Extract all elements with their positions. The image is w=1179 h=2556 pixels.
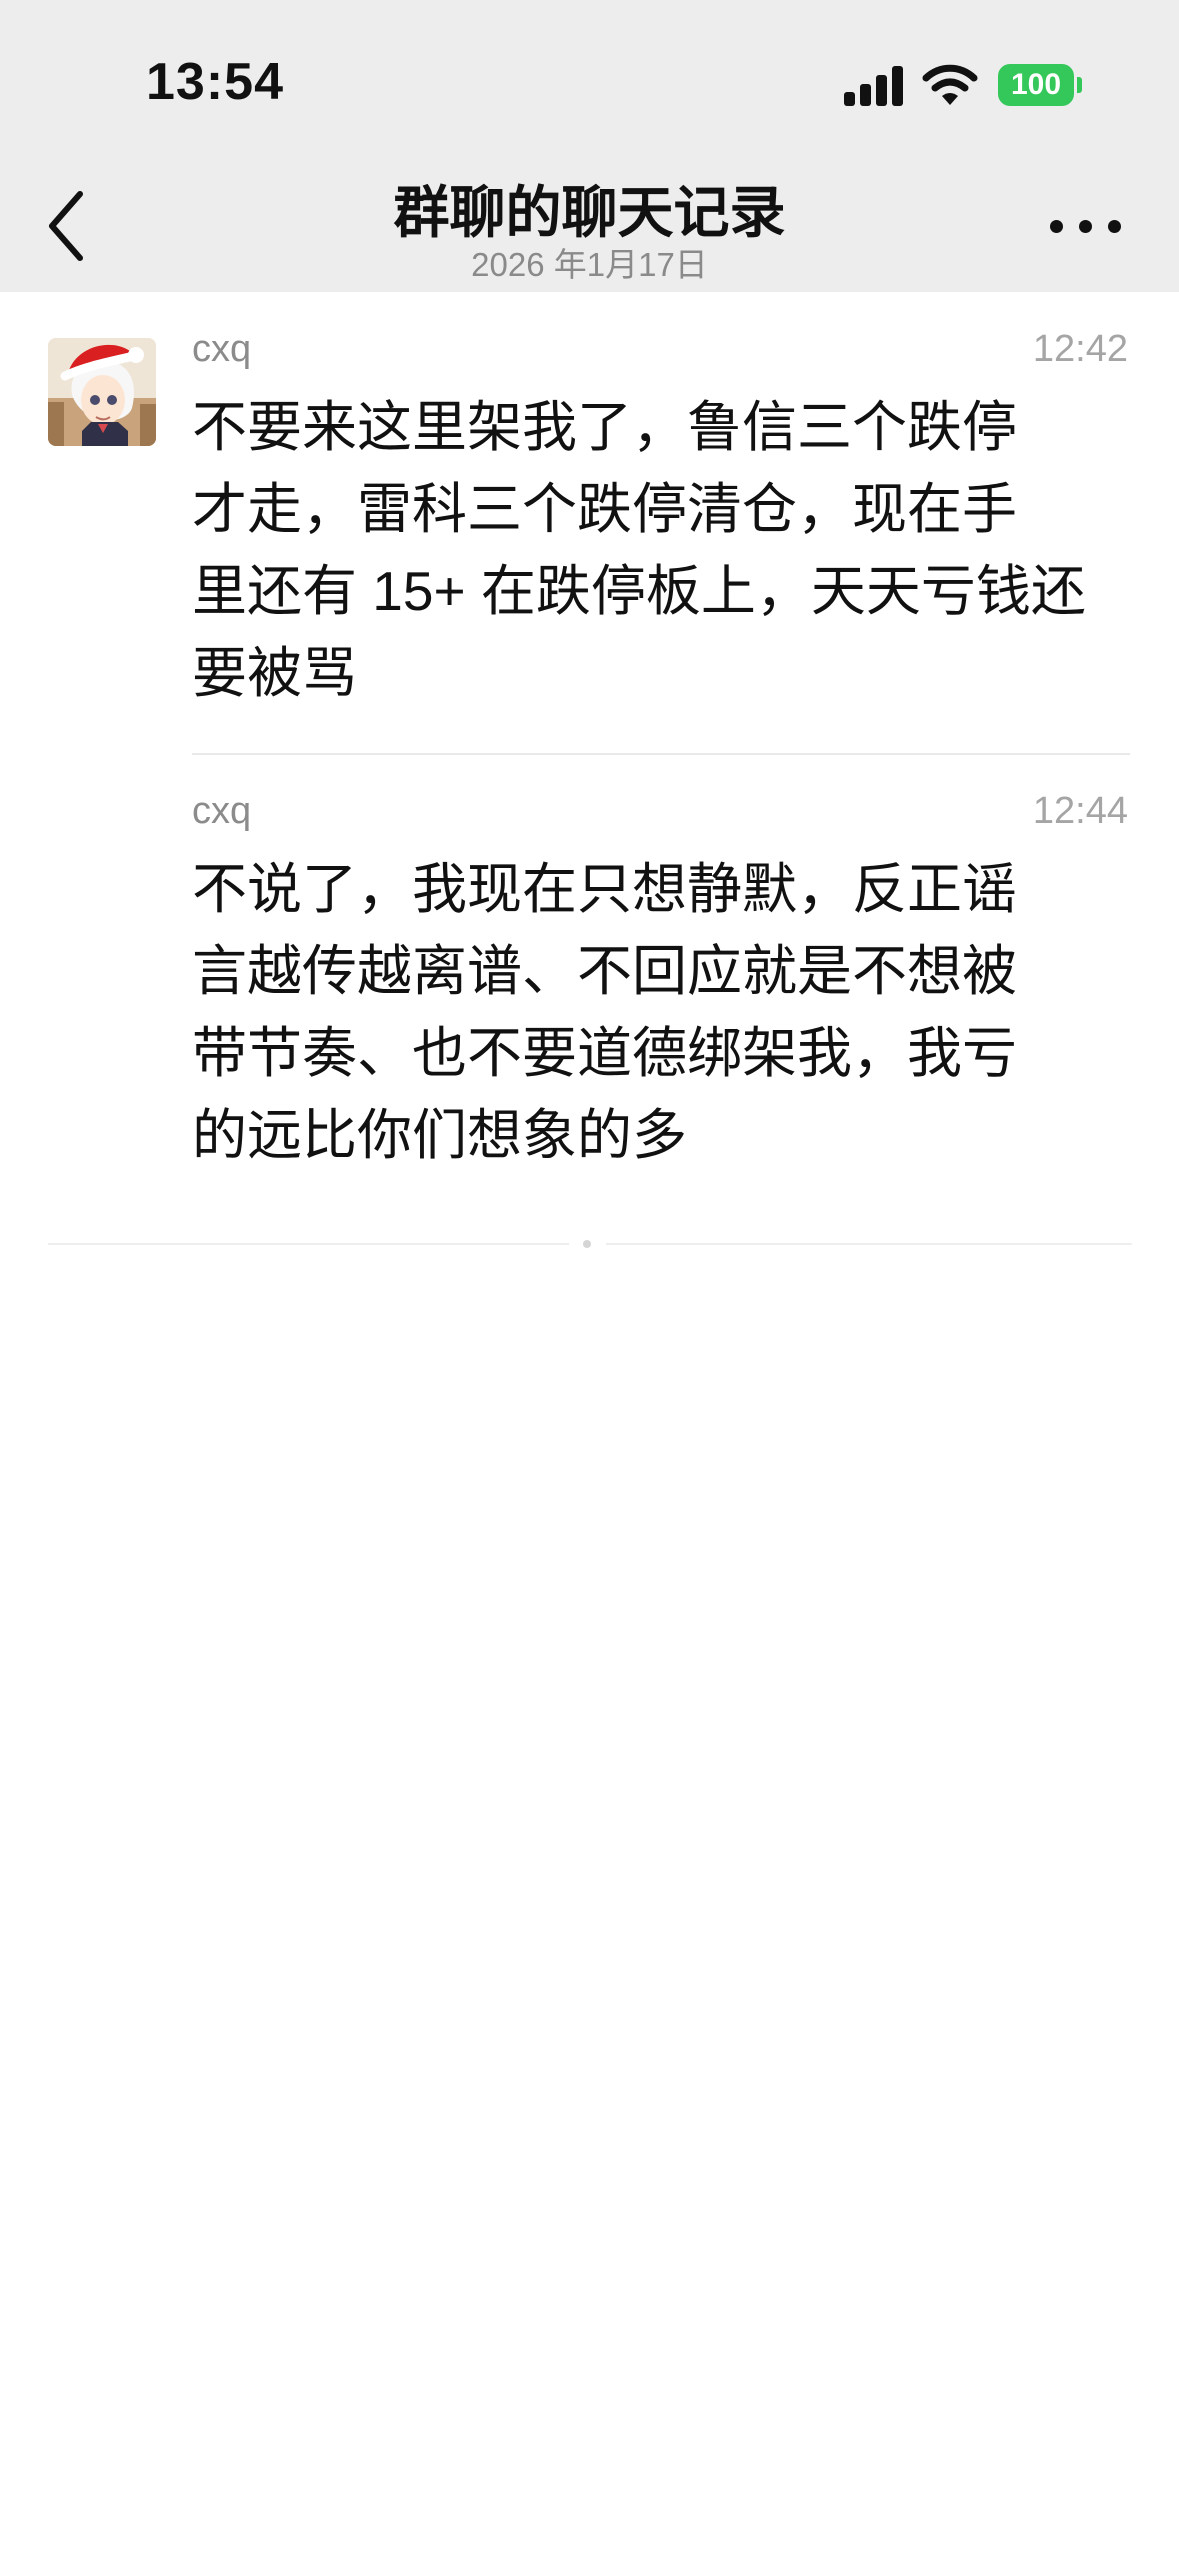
battery-tip: [1077, 77, 1082, 93]
anime-avatar-icon: [48, 338, 156, 446]
status-time: 13:54: [146, 53, 284, 111]
page-title: 群聊的聊天记录: [393, 181, 786, 244]
more-dots-icon[interactable]: [1050, 210, 1121, 240]
history-date: 2026 年1月17日: [471, 246, 708, 283]
message-divider: [192, 753, 1130, 755]
message-time: 12:42: [1032, 328, 1128, 370]
wifi-icon: [922, 64, 978, 105]
chat-history-screen: 13:54 100 群聊的聊天记录 2026 年1月17日 cxq 12:42 …: [0, 0, 1179, 2556]
end-divider-right: [606, 1243, 1132, 1245]
message-time: 12:44: [1032, 790, 1128, 832]
message-text: 不要来这里架我了，鲁信三个跌停 才走，雷科三个跌停清仓，现在手 里还有 15+ …: [192, 396, 1086, 704]
message-sender: cxq: [192, 790, 252, 832]
cellular-signal-icon: [844, 66, 904, 106]
battery-level: 100: [1010, 68, 1062, 101]
end-divider-left: [48, 1243, 569, 1245]
message-item[interactable]: cxq 12:42 不要来这里架我了，鲁信三个跌停 才走，雷科三个跌停清仓，现在…: [192, 328, 1130, 733]
message-sender: cxq: [192, 328, 252, 370]
battery-icon: 100: [998, 64, 1074, 106]
top-header: 13:54 100 群聊的聊天记录 2026 年1月17日: [0, 0, 1179, 292]
end-divider-dot: [583, 1240, 591, 1248]
message-item[interactable]: cxq 12:44 不说了，我现在只想静默，反正谣 言越传越离谱、不回应就是不想…: [192, 790, 1130, 1195]
message-text: 不说了，我现在只想静默，反正谣 言越传越离谱、不回应就是不想被 带节奏、也不要道…: [192, 858, 1018, 1166]
avatar[interactable]: [48, 338, 156, 446]
